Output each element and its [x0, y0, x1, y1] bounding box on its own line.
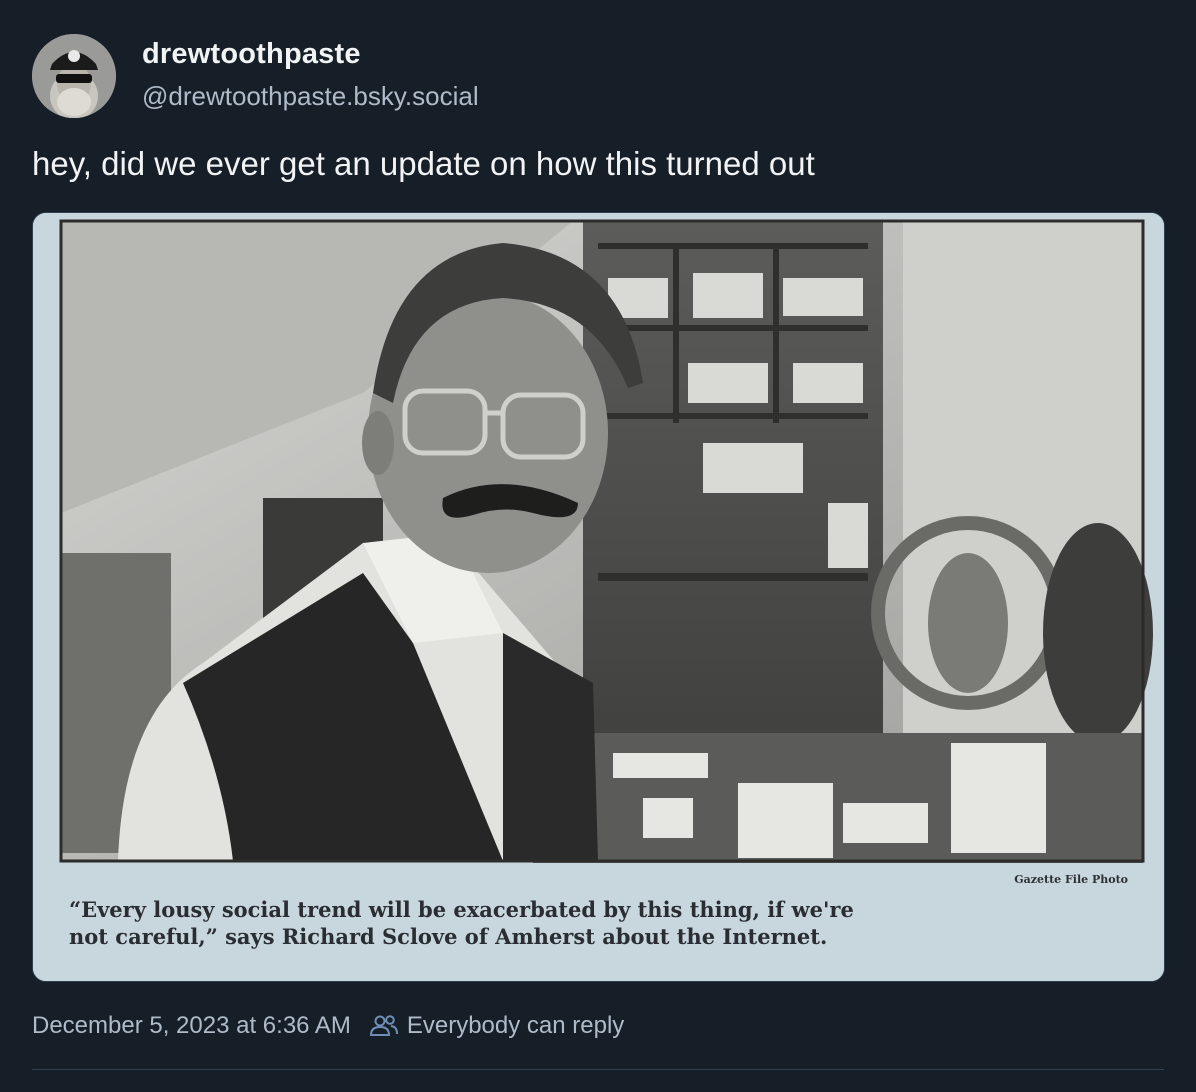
post: drewtoothpaste @drewtoothpaste.bsky.soci…	[0, 0, 1196, 1092]
avatar[interactable]	[32, 34, 116, 118]
photo-credit: Gazette File Photo	[1014, 873, 1128, 886]
divider	[32, 1069, 1164, 1070]
post-meta: December 5, 2023 at 6:36 AM Everybody ca…	[32, 1012, 624, 1040]
newspaper-photo	[33, 213, 1164, 981]
reply-setting[interactable]: Everybody can reply	[407, 1012, 624, 1040]
author-display-name[interactable]: drewtoothpaste	[142, 38, 361, 71]
avatar-image	[32, 34, 116, 118]
post-timestamp[interactable]: December 5, 2023 at 6:36 AM	[32, 1012, 351, 1040]
post-text: hey, did we ever get an update on how th…	[32, 145, 815, 182]
photo-caption: “Every lousy social trend will be exacer…	[69, 897, 854, 949]
post-image[interactable]: Gazette File Photo “Every lousy social t…	[32, 212, 1165, 982]
people-icon	[369, 1015, 398, 1036]
author-handle[interactable]: @drewtoothpaste.bsky.social	[142, 81, 479, 112]
